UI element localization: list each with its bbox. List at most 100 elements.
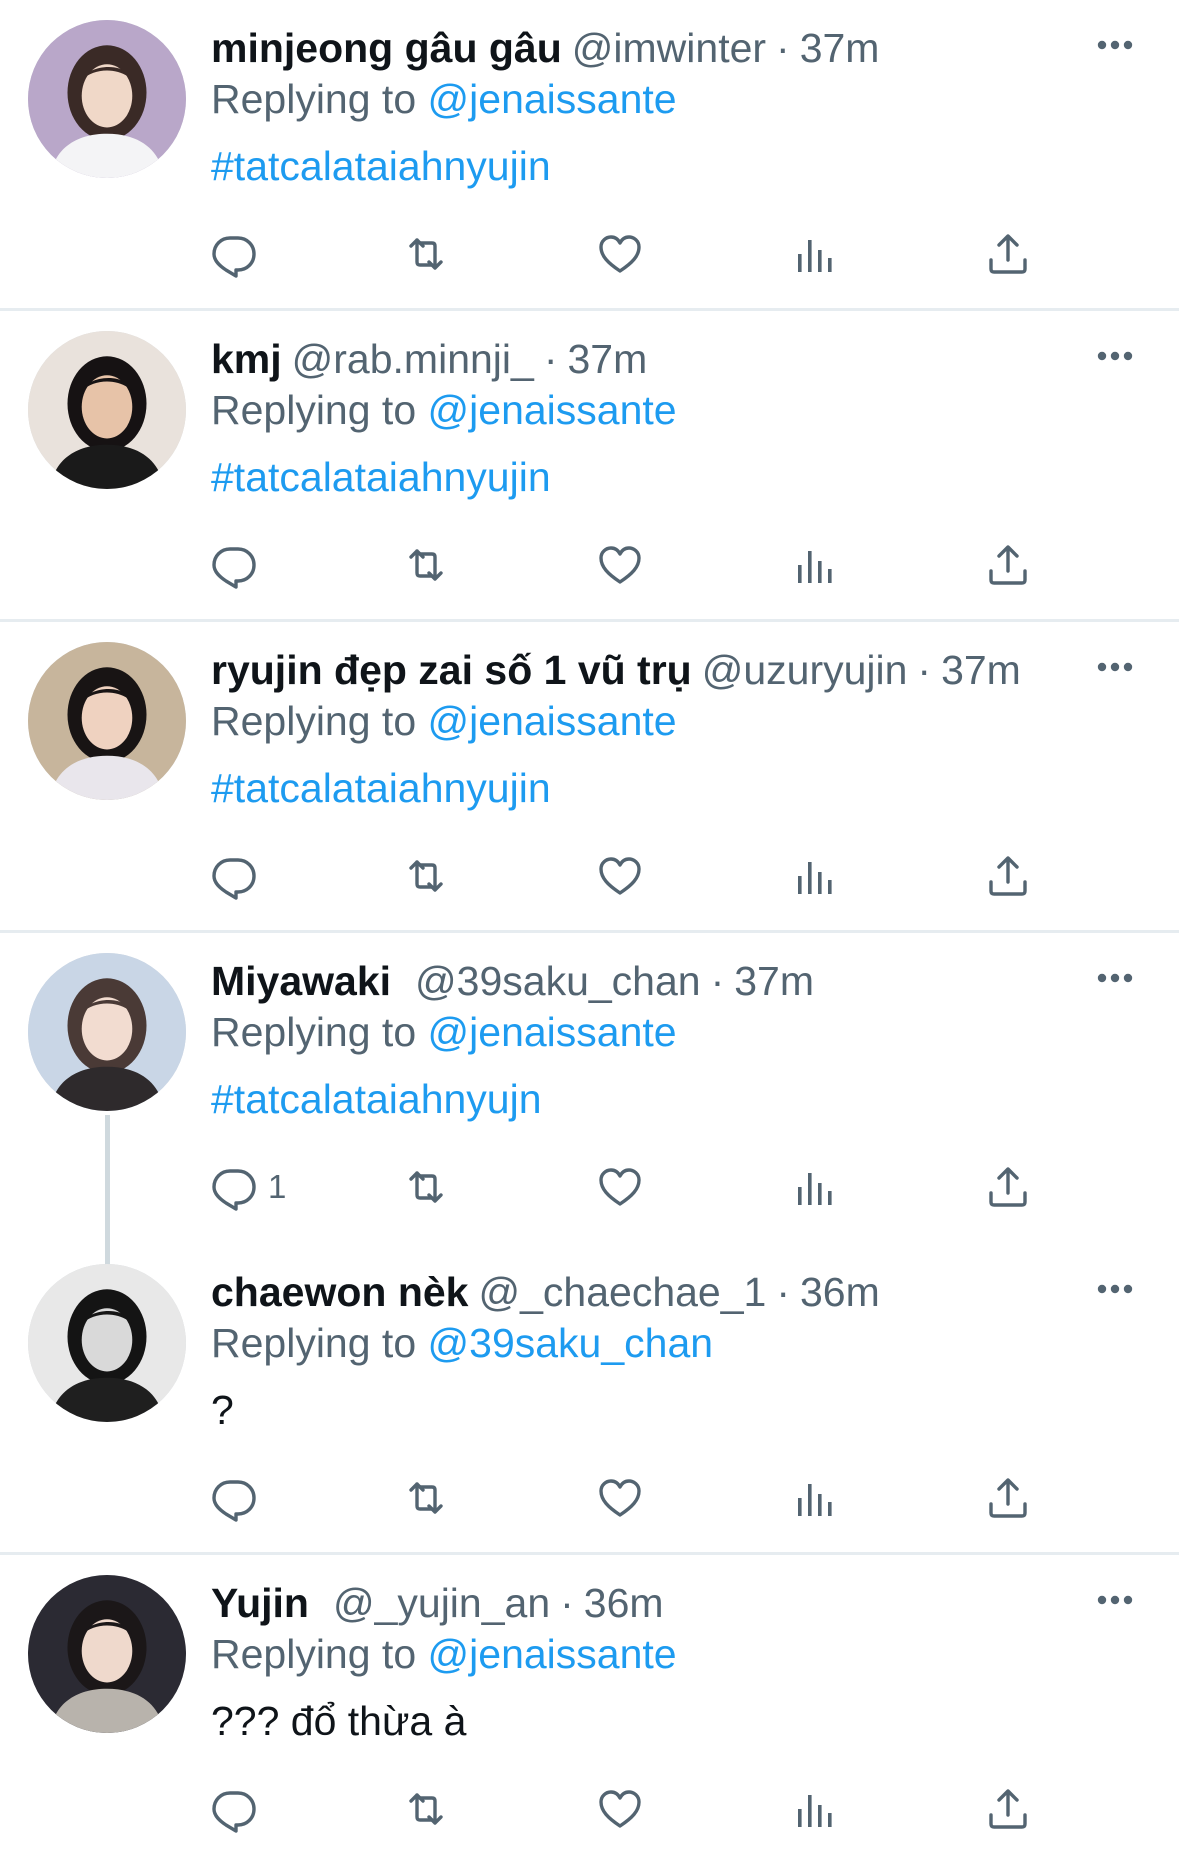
timestamp[interactable]: 37m	[734, 958, 814, 1004]
reply-button[interactable]	[210, 228, 268, 280]
separator-dot: ·	[776, 25, 790, 71]
reply-button[interactable]	[210, 1783, 268, 1835]
like-button[interactable]	[596, 1472, 644, 1524]
more-options-button[interactable]	[1095, 30, 1135, 60]
stats-icon	[790, 230, 838, 278]
retweet-icon	[402, 541, 450, 589]
more-options-button[interactable]	[1095, 1274, 1135, 1304]
reply-button[interactable]: 1	[210, 1161, 286, 1213]
user-handle[interactable]: @uzuryujin	[702, 647, 908, 693]
replying-to: Replying to @39saku_chan	[211, 1317, 713, 1369]
like-icon	[596, 541, 644, 589]
display-name[interactable]: Yujin	[211, 1580, 309, 1626]
tweet[interactable]: chaewon nèk @_chaechae_1 · 36m Replying to …	[0, 1244, 1179, 1555]
share-button[interactable]	[984, 1783, 1032, 1835]
like-button[interactable]	[596, 539, 644, 591]
user-handle[interactable]: @_yujin_an	[333, 1580, 550, 1626]
replying-to-mention[interactable]: @jenaissante	[428, 698, 677, 744]
reply-icon	[210, 852, 258, 900]
display-name[interactable]: ryujin đẹp zai số 1 vũ trụ	[211, 647, 692, 693]
share-icon	[984, 1474, 1032, 1522]
timestamp[interactable]: 37m	[941, 647, 1021, 693]
replying-to-mention[interactable]: @39saku_chan	[428, 1320, 714, 1366]
reply-button[interactable]	[210, 1472, 268, 1524]
retweet-button[interactable]	[402, 1472, 450, 1524]
tweet-text[interactable]: #tatcalataiahnyujin	[211, 140, 551, 192]
tweet[interactable]: minjeong gâu gâu @imwinter · 37m Replying t…	[0, 0, 1179, 311]
reply-button[interactable]	[210, 539, 268, 591]
tweet[interactable]: ryujin đẹp zai số 1 vũ trụ @uzuryujin · 37m…	[0, 622, 1179, 933]
tweet-text[interactable]: #tatcalataiahnyujn	[211, 1073, 542, 1125]
like-button[interactable]	[596, 228, 644, 280]
more-options-button[interactable]	[1095, 963, 1135, 993]
stats-icon	[790, 541, 838, 589]
avatar[interactable]	[28, 642, 186, 800]
replying-to-mention[interactable]: @jenaissante	[428, 1631, 677, 1677]
user-handle[interactable]: @_chaechae_1	[478, 1269, 766, 1315]
reply-icon	[210, 541, 258, 589]
display-name[interactable]: Miyawaki	[211, 958, 391, 1004]
avatar[interactable]	[28, 20, 186, 178]
like-button[interactable]	[596, 1161, 644, 1213]
more-options-button[interactable]	[1095, 341, 1135, 371]
avatar[interactable]	[28, 1575, 186, 1733]
separator-dot: ·	[560, 1580, 574, 1626]
share-button[interactable]	[984, 1161, 1032, 1213]
retweet-icon	[402, 230, 450, 278]
reply-icon	[210, 1785, 258, 1833]
tweet-text[interactable]: ??? đổ thừa à	[211, 1695, 466, 1747]
tweet-text[interactable]: #tatcalataiahnyujin	[211, 762, 551, 814]
share-button[interactable]	[984, 850, 1032, 902]
user-handle[interactable]: @imwinter	[572, 25, 766, 71]
timestamp[interactable]: 36m	[800, 1269, 880, 1315]
avatar[interactable]	[28, 1264, 186, 1422]
reply-icon	[210, 1163, 258, 1211]
separator-dot: ·	[710, 958, 725, 1004]
display-name[interactable]: minjeong gâu gâu	[211, 25, 562, 71]
stats-button[interactable]	[790, 1472, 838, 1524]
retweet-button[interactable]	[402, 228, 450, 280]
stats-button[interactable]	[790, 228, 838, 280]
tweet-text[interactable]: #tatcalataiahnyujin	[211, 451, 551, 503]
like-button[interactable]	[596, 850, 644, 902]
replying-to: Replying to @jenaissante	[211, 695, 677, 747]
separator-dot: ·	[543, 336, 558, 382]
display-name[interactable]: chaewon nèk	[211, 1269, 468, 1315]
timestamp[interactable]: 37m	[567, 336, 647, 382]
stats-button[interactable]	[790, 1161, 838, 1213]
share-button[interactable]	[984, 1472, 1032, 1524]
more-icon	[1097, 40, 1133, 50]
tweet[interactable]: Yujin @_yujin_an · 36m Replying to @jenaiss…	[0, 1555, 1179, 1866]
stats-button[interactable]	[790, 539, 838, 591]
tweet[interactable]: Miyawaki @39saku_chan · 37m Replying to @je…	[0, 933, 1179, 1267]
more-options-button[interactable]	[1095, 652, 1135, 682]
retweet-button[interactable]	[402, 850, 450, 902]
stats-button[interactable]	[790, 1783, 838, 1835]
more-icon	[1097, 351, 1133, 361]
like-button[interactable]	[596, 1783, 644, 1835]
retweet-button[interactable]	[402, 539, 450, 591]
reply-button[interactable]	[210, 850, 268, 902]
stats-icon	[790, 1785, 838, 1833]
replying-to-mention[interactable]: @jenaissante	[428, 1009, 677, 1055]
display-name[interactable]: kmj	[211, 336, 282, 382]
retweet-button[interactable]	[402, 1161, 450, 1213]
share-button[interactable]	[984, 228, 1032, 280]
timestamp[interactable]: 37m	[800, 25, 880, 71]
tweet-text[interactable]: ?	[211, 1384, 234, 1436]
share-button[interactable]	[984, 539, 1032, 591]
user-handle[interactable]: @39saku_chan	[415, 958, 701, 1004]
more-options-button[interactable]	[1095, 1585, 1135, 1615]
replying-to-mention[interactable]: @jenaissante	[428, 76, 677, 122]
replying-to-label: Replying to	[211, 1009, 417, 1055]
user-handle[interactable]: @rab.minnji_	[292, 336, 534, 382]
tweet[interactable]: kmj @rab.minnji_ · 37m Replying to @jenaiss…	[0, 311, 1179, 622]
retweet-button[interactable]	[402, 1783, 450, 1835]
replying-to-mention[interactable]: @jenaissante	[428, 387, 677, 433]
replying-to: Replying to @jenaissante	[211, 384, 677, 436]
like-icon	[596, 1474, 644, 1522]
timestamp[interactable]: 36m	[584, 1580, 664, 1626]
avatar[interactable]	[28, 953, 186, 1111]
stats-button[interactable]	[790, 850, 838, 902]
avatar[interactable]	[28, 331, 186, 489]
